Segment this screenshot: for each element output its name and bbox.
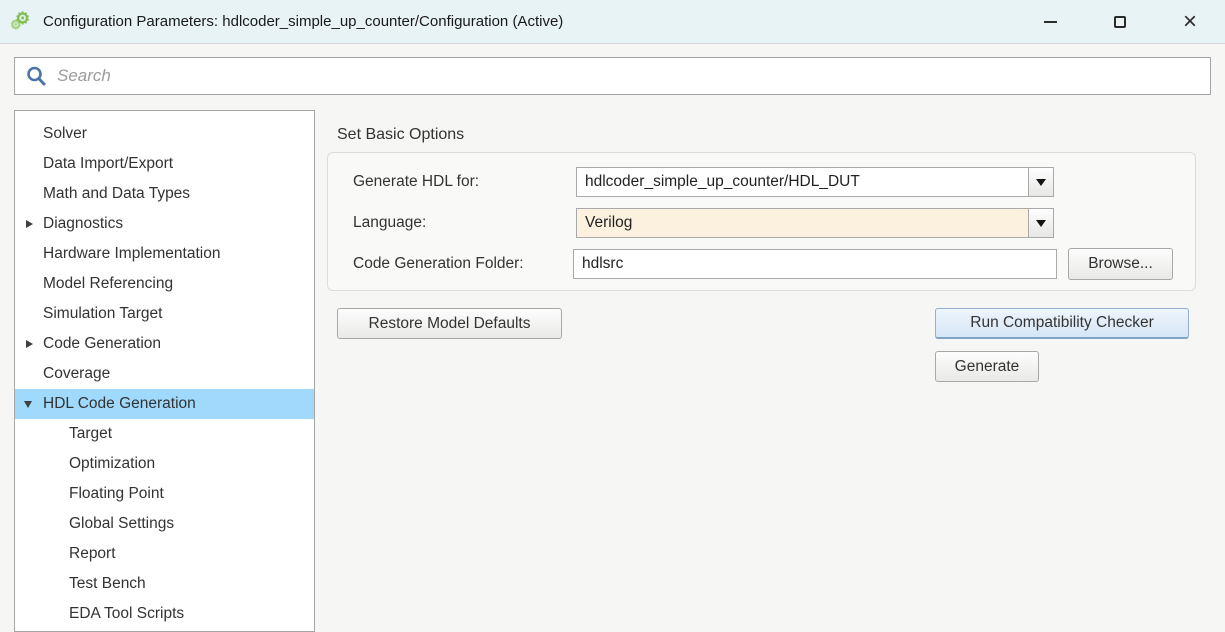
close-icon: × [1183, 10, 1197, 34]
code-generation-folder-label: Code Generation Folder: [353, 249, 524, 279]
search-bar [14, 57, 1211, 95]
language-dropdown-button[interactable] [1028, 208, 1054, 238]
minimize-icon [1044, 21, 1057, 23]
sidebar-item-solver[interactable]: Solver [15, 119, 314, 149]
code-generation-folder-input[interactable] [573, 249, 1057, 279]
generate-hdl-for-dropdown-button[interactable] [1028, 167, 1054, 197]
generate-button[interactable]: Generate [935, 351, 1039, 382]
sidebar-item-eda-tool-scripts[interactable]: EDA Tool Scripts [15, 599, 314, 629]
sidebar-item-global-settings[interactable]: Global Settings [15, 509, 314, 539]
sidebar-item-test-bench[interactable]: Test Bench [15, 569, 314, 599]
section-title: Set Basic Options [337, 126, 464, 144]
sidebar-item-diagnostics[interactable]: Diagnostics [15, 209, 314, 239]
sidebar-item-floating-point[interactable]: Floating Point [15, 479, 314, 509]
sidebar-item-math-and-data-types[interactable]: Math and Data Types [15, 179, 314, 209]
run-compatibility-checker-button[interactable]: Run Compatibility Checker [935, 308, 1189, 339]
minimize-button[interactable] [1015, 0, 1085, 43]
maximize-button[interactable] [1085, 0, 1155, 43]
sidebar-item-hardware-implementation[interactable]: Hardware Implementation [15, 239, 314, 269]
sidebar-item-hdl-code-generation[interactable]: HDL Code Generation [15, 389, 314, 419]
dropdown-arrow-icon [1036, 220, 1046, 227]
basic-options-panel: Generate HDL for: hdlcoder_simple_up_cou… [327, 152, 1196, 291]
restore-model-defaults-button[interactable]: Restore Model Defaults [337, 308, 562, 339]
sidebar-item-optimization[interactable]: Optimization [15, 449, 314, 479]
sidebar-item-target[interactable]: Target [15, 419, 314, 449]
search-icon [25, 65, 47, 87]
browse-button[interactable]: Browse... [1068, 248, 1173, 280]
sidebar-item-data-import-export[interactable]: Data Import/Export [15, 149, 314, 179]
expanded-arrow-icon[interactable] [24, 401, 32, 408]
gears-icon: ⚙⚙ [11, 10, 35, 34]
sidebar-item-code-generation[interactable]: Code Generation [15, 329, 314, 359]
window-controls: × [1015, 0, 1225, 43]
title-bar: ⚙⚙ Configuration Parameters: hdlcoder_si… [0, 0, 1225, 44]
sidebar-item-report[interactable]: Report [15, 539, 314, 569]
sidebar-item-simulation-target[interactable]: Simulation Target [15, 299, 314, 329]
collapsed-arrow-icon[interactable] [26, 340, 33, 348]
sidebar-item-coverage[interactable]: Coverage [15, 359, 314, 389]
language-combobox[interactable]: Verilog [576, 208, 1029, 238]
dropdown-arrow-icon [1036, 179, 1046, 186]
search-input[interactable] [47, 58, 1210, 94]
generate-hdl-for-label: Generate HDL for: [353, 167, 479, 197]
generate-hdl-for-combobox[interactable]: hdlcoder_simple_up_counter/HDL_DUT [576, 167, 1029, 197]
sidebar-item-model-referencing[interactable]: Model Referencing [15, 269, 314, 299]
maximize-icon [1114, 16, 1126, 28]
category-tree: Solver Data Import/Export Math and Data … [14, 110, 315, 632]
close-button[interactable]: × [1155, 0, 1225, 43]
window-title: Configuration Parameters: hdlcoder_simpl… [43, 13, 563, 30]
collapsed-arrow-icon[interactable] [26, 220, 33, 228]
language-label: Language: [353, 208, 426, 238]
